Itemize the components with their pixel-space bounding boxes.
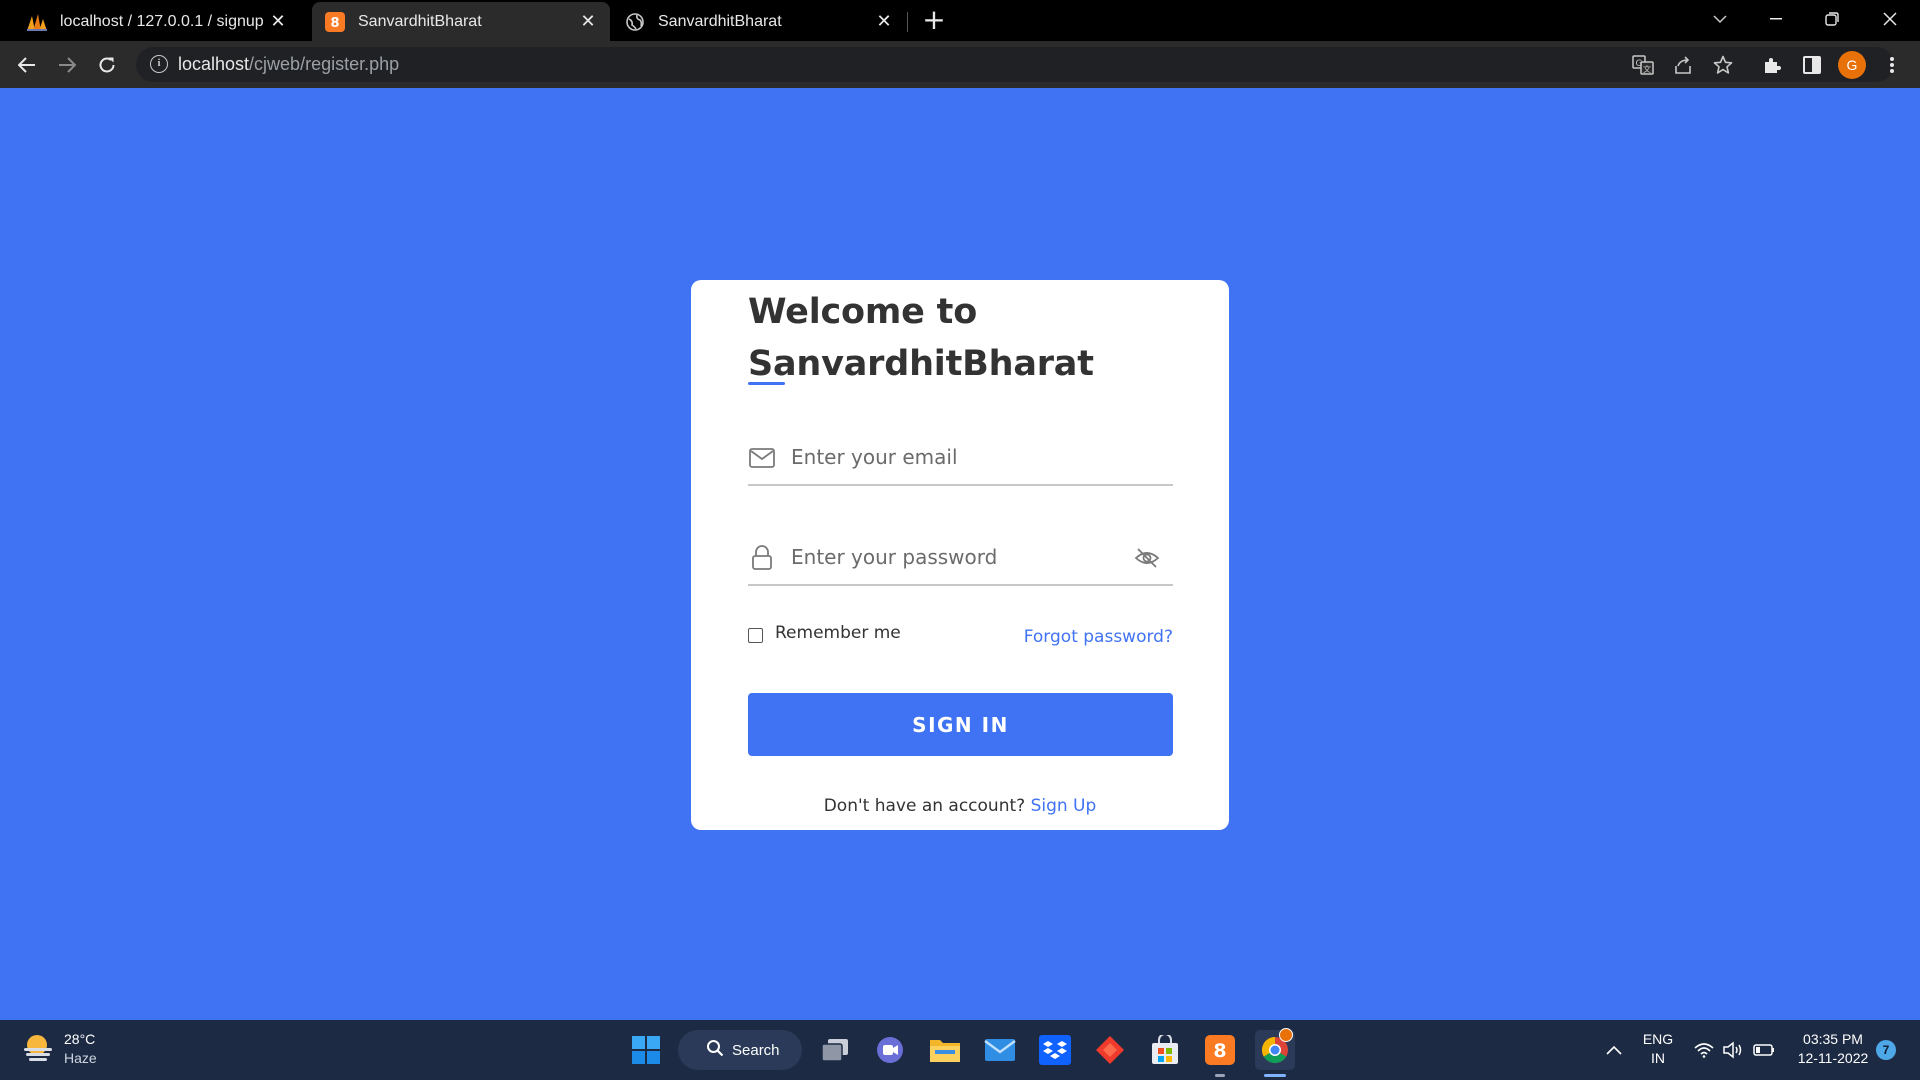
lock-icon	[748, 544, 776, 572]
dropbox-icon[interactable]	[1035, 1030, 1075, 1070]
tab-sanvardhit-active[interactable]: 8 SanvardhitBharat ✕	[312, 2, 610, 41]
clock-date: 12-11-2022	[1797, 1050, 1869, 1066]
title-line-1: Welcome to	[748, 292, 978, 332]
remember-me[interactable]: Remember me	[748, 622, 901, 643]
signup-prompt: Don't have an account? Sign Up	[691, 796, 1229, 816]
envelope-icon	[748, 444, 776, 472]
eye-slash-icon[interactable]	[1133, 544, 1161, 572]
search-icon	[706, 1039, 724, 1061]
tab-divider	[907, 12, 908, 32]
title-underline	[748, 382, 785, 385]
xampp-icon: 8	[324, 11, 346, 33]
weather-temperature: 28°C	[64, 1031, 96, 1047]
language-region: IN	[1651, 1050, 1665, 1066]
address-url: localhost/cjweb/register.php	[178, 54, 399, 75]
page-background: Welcome to SanvardhitBharat Remember me …	[0, 88, 1920, 1020]
restore-icon[interactable]	[1804, 0, 1860, 38]
svg-text:8: 8	[1213, 1040, 1226, 1062]
file-explorer-icon[interactable]	[925, 1030, 965, 1070]
taskbar-search[interactable]: Search	[678, 1030, 802, 1070]
no-account-text: Don't have an account?	[823, 796, 1026, 816]
browser-toolbar: i localhost/cjweb/register.php G文	[0, 41, 1920, 88]
svg-text:文: 文	[1643, 64, 1651, 74]
windows-taskbar: 28°C Haze Search 8 ENG IN 03:35 PM 12-11…	[0, 1020, 1920, 1080]
globe-icon	[624, 11, 646, 33]
back-arrow-icon[interactable]	[11, 49, 43, 81]
sign-in-button[interactable]: SIGN IN	[748, 693, 1173, 756]
svg-text:8: 8	[330, 16, 339, 31]
weather-widget[interactable]: 28°C Haze	[22, 1030, 97, 1068]
extensions-puzzle-icon[interactable]	[1759, 52, 1785, 78]
chrome-profile-badge	[1279, 1028, 1293, 1042]
clock[interactable]: 03:35 PM 12-11-2022	[1790, 1030, 1876, 1068]
share-icon[interactable]	[1670, 52, 1696, 78]
password-input[interactable]	[791, 538, 1121, 576]
tab-phpmyadmin[interactable]: localhost / 127.0.0.1 / signup / re ✕	[14, 2, 300, 41]
phpmyadmin-icon	[26, 11, 48, 33]
reload-icon[interactable]	[91, 49, 123, 81]
close-icon[interactable]: ✕	[874, 11, 894, 32]
tab-search-chevron-icon[interactable]	[1692, 0, 1748, 38]
profile-avatar[interactable]: G	[1838, 51, 1866, 79]
close-window-icon[interactable]	[1862, 0, 1918, 38]
kebab-menu-icon[interactable]	[1879, 52, 1905, 78]
search-label: Search	[732, 1041, 780, 1059]
url-host: localhost	[178, 54, 250, 74]
tab-title: SanvardhitBharat	[358, 12, 482, 30]
password-field	[748, 530, 1173, 586]
remember-label: Remember me	[775, 622, 901, 643]
mail-icon[interactable]	[980, 1030, 1020, 1070]
bookmark-star-icon[interactable]	[1710, 52, 1736, 78]
forgot-password-link[interactable]: Forgot password?	[1024, 627, 1173, 647]
title-line-2: SanvardhitBharat	[748, 344, 1094, 384]
battery-icon[interactable]	[1746, 1030, 1782, 1070]
url-path: /cjweb/register.php	[249, 54, 400, 74]
login-card: Welcome to SanvardhitBharat Remember me …	[691, 280, 1229, 830]
task-view-icon[interactable]	[815, 1030, 855, 1070]
close-icon[interactable]: ✕	[268, 11, 288, 32]
windows-start-icon[interactable]	[626, 1030, 666, 1070]
new-tab-button[interactable]: +	[920, 6, 948, 35]
tab-title: SanvardhitBharat	[658, 12, 782, 30]
weather-haze-icon	[22, 1032, 54, 1066]
page-title: Welcome to SanvardhitBharat	[748, 286, 1094, 390]
translate-icon[interactable]: G文	[1630, 52, 1656, 78]
email-field	[748, 430, 1173, 486]
microsoft-store-icon[interactable]	[1145, 1030, 1185, 1070]
clock-time: 03:35 PM	[1803, 1031, 1863, 1047]
minimize-icon[interactable]	[1748, 0, 1804, 38]
remember-checkbox[interactable]	[748, 628, 763, 643]
teams-chat-icon[interactable]	[870, 1030, 910, 1070]
email-input[interactable]	[791, 438, 1121, 476]
site-info-icon[interactable]: i	[150, 55, 168, 73]
active-indicator	[1264, 1074, 1286, 1077]
language-indicator[interactable]: ENG IN	[1638, 1030, 1678, 1068]
svg-text:G: G	[1636, 59, 1643, 69]
tab-title: localhost / 127.0.0.1 / signup / re	[60, 12, 268, 30]
forward-arrow-icon[interactable]	[51, 49, 83, 81]
language-code: ENG	[1642, 1031, 1674, 1047]
sign-up-link[interactable]: Sign Up	[1031, 796, 1097, 816]
close-icon[interactable]: ✕	[578, 11, 598, 32]
chevron-up-icon[interactable]	[1595, 1030, 1633, 1070]
running-indicator	[1215, 1074, 1225, 1077]
anydesk-diamond-icon[interactable]	[1090, 1030, 1130, 1070]
weather-description: Haze	[64, 1050, 97, 1066]
browser-tab-bar: localhost / 127.0.0.1 / signup / re ✕ 8 …	[0, 0, 1920, 41]
tab-sanvardhit[interactable]: SanvardhitBharat ✕	[612, 2, 906, 41]
xampp-taskbar-icon[interactable]: 8	[1200, 1030, 1240, 1070]
side-panel-icon[interactable]	[1799, 52, 1825, 78]
notification-badge[interactable]: 7	[1876, 1040, 1896, 1060]
